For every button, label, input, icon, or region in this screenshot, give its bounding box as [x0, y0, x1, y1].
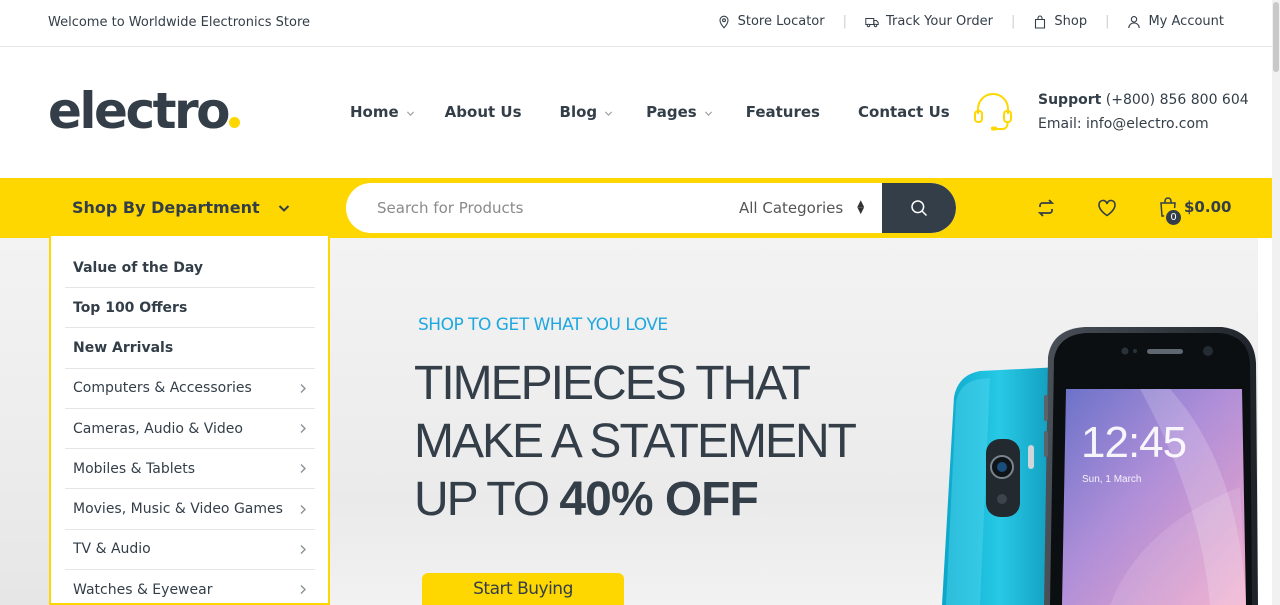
- top-bar: Welcome to Worldwide Electronics Store S…: [0, 0, 1280, 47]
- headline-line-2: MAKE A STATEMENT: [414, 415, 857, 468]
- separator: |: [842, 14, 847, 29]
- department-item[interactable]: Movies, Music & Video Games: [65, 489, 315, 530]
- nav-home-label: Home: [350, 103, 399, 121]
- department-item-label: Mobiles & Tablets: [73, 460, 196, 477]
- search-input[interactable]: [346, 183, 726, 233]
- department-item-label: Cameras, Audio & Video: [73, 420, 243, 437]
- scrollbar-thumb[interactable]: [1273, 2, 1279, 72]
- separator: |: [1105, 14, 1110, 29]
- nav-pages[interactable]: Pages: [646, 103, 713, 121]
- support-phone[interactable]: (+800) 856 800 604: [1106, 92, 1249, 108]
- smartphone-product-image: 12:45 Sun, 1 March: [942, 327, 1258, 605]
- department-list: Value of the Day Top 100 Offers New Arriva…: [51, 236, 328, 605]
- chevron-down-icon: [278, 204, 289, 212]
- my-account-label: My Account: [1148, 14, 1224, 29]
- nav-home[interactable]: Home: [350, 103, 415, 121]
- track-order-link[interactable]: Track Your Order: [865, 14, 993, 29]
- department-item[interactable]: TV & Audio: [65, 530, 315, 571]
- cart-button[interactable]: 0 $0.00: [1158, 196, 1232, 227]
- site-header: electro Home About Us Blog Pages Feature…: [0, 47, 1280, 178]
- search-button[interactable]: [882, 183, 956, 233]
- support-label: Support: [1038, 92, 1102, 108]
- my-account-link[interactable]: My Account: [1127, 14, 1224, 29]
- chevron-right-icon: [300, 504, 306, 514]
- department-item[interactable]: New Arrivals: [65, 328, 315, 369]
- category-selected: All Categories: [739, 199, 844, 217]
- search-form: All Categories ▲▼: [346, 183, 956, 233]
- wishlist-heart-icon[interactable]: [1097, 198, 1117, 218]
- chevron-right-icon: [300, 424, 306, 434]
- separator: |: [1010, 14, 1016, 29]
- department-item-label: Value of the Day: [73, 259, 204, 276]
- department-menu: Value of the Day Top 100 Offers New Arriva…: [49, 236, 330, 605]
- category-select[interactable]: All Categories ▲ ▼: [739, 199, 864, 217]
- shopping-bag-icon: [1035, 14, 1046, 29]
- support-email[interactable]: Email: info@electro.com: [1038, 116, 1209, 132]
- support-phone-line: Support (+800) 856 800 604: [1038, 92, 1249, 108]
- nav-features-label: Features: [745, 103, 820, 121]
- department-item[interactable]: Watches & Eyewear: [65, 570, 315, 605]
- headline-prefix: UP TO: [414, 473, 550, 526]
- truck-icon: [865, 17, 879, 27]
- start-buying-button[interactable]: Start Buying: [422, 573, 624, 605]
- department-item[interactable]: Mobiles & Tablets: [65, 449, 315, 490]
- department-item[interactable]: Cameras, Audio & Video: [65, 409, 315, 450]
- chevron-down-icon: [605, 110, 613, 116]
- nav-features[interactable]: Features: [746, 103, 820, 121]
- department-search-bar: Shop By Department All Categories ▲▼ 0 $…: [0, 178, 1272, 238]
- compare-icon[interactable]: [1036, 198, 1056, 218]
- chevron-right-icon: [300, 544, 306, 554]
- shop-label: Shop: [1054, 14, 1088, 29]
- nav-pages-label: Pages: [646, 103, 697, 121]
- chevron-right-icon: [300, 464, 306, 474]
- main-nav: Home About Us Blog Pages Features Contac…: [350, 103, 950, 121]
- shop-by-department-toggle[interactable]: Shop By Department: [72, 198, 290, 217]
- department-item-label: New Arrivals: [73, 339, 174, 356]
- chevron-down-icon: [704, 110, 712, 116]
- map-pin-icon: [719, 15, 729, 29]
- department-item-label: Computers & Accessories: [73, 380, 252, 397]
- store-locator-label: Store Locator: [737, 14, 825, 29]
- phone-clock: 12:45: [1081, 418, 1186, 467]
- chevron-right-icon: [300, 383, 306, 393]
- department-item[interactable]: Computers & Accessories: [65, 369, 315, 409]
- search-icon: [911, 200, 928, 217]
- nav-blog[interactable]: Blog: [560, 103, 614, 121]
- hero-headline: TIMEPIECES THAT MAKE A STATEMENT UP TO 4…: [414, 355, 857, 529]
- headline-line-3: UP TO 40% OFF: [414, 471, 855, 529]
- chevron-right-icon: [300, 585, 306, 595]
- welcome-text: Welcome to Worldwide Electronics Store: [48, 15, 311, 30]
- hero-kicker: SHOP TO GET WHAT YOU LOVE: [418, 315, 668, 335]
- department-item-label: TV & Audio: [73, 541, 151, 558]
- cart-total: $0.00: [1184, 198, 1232, 216]
- headline-line-1: TIMEPIECES THAT: [414, 357, 811, 410]
- page-scrollbar[interactable]: [1272, 0, 1280, 605]
- nav-about-label: About Us: [444, 103, 522, 121]
- cart-count-badge: 0: [1164, 208, 1183, 227]
- user-icon: [1128, 15, 1141, 28]
- nav-about[interactable]: About Us: [445, 103, 522, 121]
- nav-blog-label: Blog: [559, 103, 598, 121]
- department-item[interactable]: Top 100 Offers: [65, 288, 315, 329]
- headline-discount: 40% OFF: [559, 473, 758, 526]
- phone-date: Sun, 1 March: [1082, 474, 1141, 485]
- nav-contact[interactable]: Contact Us: [858, 103, 950, 121]
- department-item-label: Watches & Eyewear: [73, 581, 213, 598]
- headset-icon: [974, 93, 1012, 131]
- store-locator-link[interactable]: Store Locator: [717, 14, 825, 29]
- shop-link[interactable]: Shop: [1033, 14, 1087, 29]
- logo-dot: [229, 117, 241, 128]
- nav-contact-label: Contact Us: [858, 103, 950, 121]
- department-item-label: Movies, Music & Video Games: [73, 501, 283, 518]
- top-links: Store Locator | Track Your Order | Shop …: [717, 14, 1224, 29]
- department-item[interactable]: Value of the Day: [65, 236, 315, 288]
- logo-text: electro: [48, 82, 231, 140]
- track-order-label: Track Your Order: [886, 14, 993, 29]
- department-item-label: Top 100 Offers: [73, 299, 188, 316]
- chevron-down-icon: [406, 110, 414, 116]
- department-label: Shop By Department: [72, 198, 260, 217]
- site-logo[interactable]: electro: [48, 81, 241, 141]
- select-arrows-icon: ▲ ▼: [857, 199, 865, 216]
